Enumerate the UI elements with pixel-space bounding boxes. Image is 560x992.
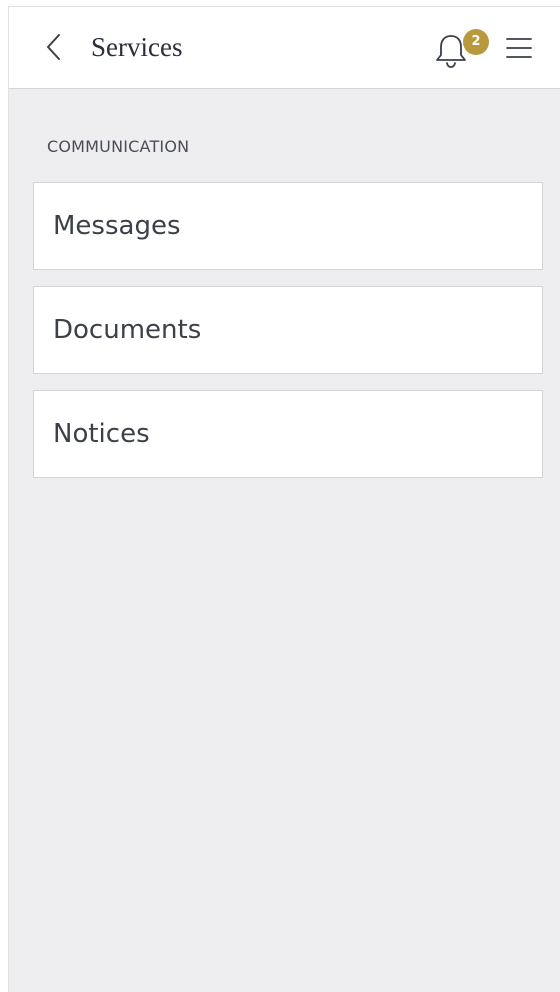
communication-list: Messages Documents Notices — [33, 182, 543, 494]
menu-button[interactable] — [505, 35, 539, 65]
list-item-messages[interactable]: Messages — [33, 182, 543, 270]
section-title-communication: COMMUNICATION — [47, 137, 190, 156]
back-button[interactable] — [39, 30, 69, 64]
notification-count-badge: 2 — [463, 29, 489, 55]
list-item-documents[interactable]: Documents — [33, 286, 543, 374]
app-frame: Services 2 COMMUNICATION Messages Docume… — [8, 6, 560, 992]
list-item-label: Documents — [53, 315, 202, 345]
top-bar: Services 2 — [9, 7, 560, 89]
bell-icon — [436, 35, 466, 68]
list-item-label: Notices — [53, 419, 150, 449]
page-title: Services — [91, 32, 183, 62]
notifications-button[interactable]: 2 — [431, 29, 489, 71]
list-item-label: Messages — [53, 211, 181, 241]
chevron-left-icon — [47, 34, 60, 60]
list-item-notices[interactable]: Notices — [33, 390, 543, 478]
hamburger-menu-icon — [506, 38, 532, 58]
